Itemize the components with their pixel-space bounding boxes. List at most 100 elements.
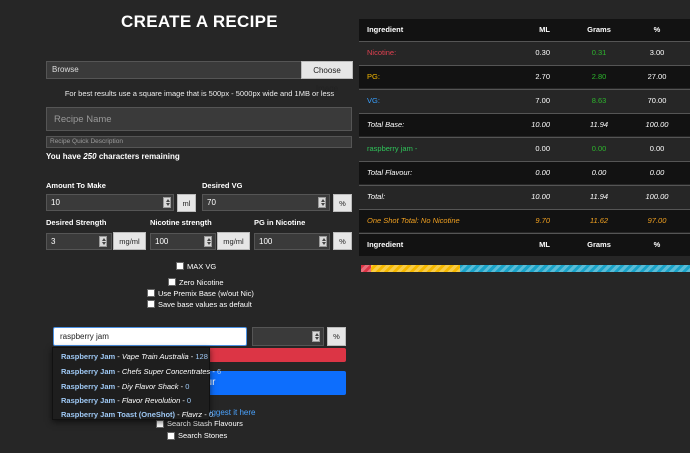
cell-ingredient: One Shot Total: No Nicotine (367, 216, 460, 225)
suggestion-count: 128 (195, 352, 208, 361)
cell-ml: ML (539, 240, 550, 249)
cell-ml: 0.00 (535, 168, 550, 177)
table-row: Total Flavour: 0.00 0.00 0.00 (359, 162, 690, 184)
flavour-percent-unit: % (327, 327, 346, 346)
table-row: Total Base: 10.00 11.94 100.00 (359, 114, 690, 136)
zero-nicotine-checkbox[interactable] (168, 278, 176, 286)
cell-ml: 2.70 (535, 72, 550, 81)
pg-nicotine-spinner[interactable] (319, 236, 327, 247)
cell-grams: 0.31 (591, 48, 607, 57)
desired-vg-spinner[interactable] (318, 197, 326, 208)
cell-ingredient: Nicotine: (367, 48, 397, 57)
cell-grams: 2.80 (591, 72, 607, 81)
search-stones-label: Search Stones (178, 431, 228, 440)
suggestion-name: Raspberry Jam (61, 382, 116, 391)
amount-input[interactable] (46, 194, 174, 211)
cell-grams: 0.00 (591, 168, 607, 177)
premix-checkbox[interactable] (147, 289, 155, 297)
suggestion-name: Raspberry Jam (61, 352, 116, 361)
composition-progress-bar (361, 265, 690, 272)
nicotine-strength-spinner[interactable] (204, 236, 212, 247)
search-stones-checkbox[interactable] (167, 432, 175, 440)
desired-strength-unit: mg/ml (113, 232, 146, 250)
composition-segment-vg (459, 265, 690, 272)
suggestion-maker: Vape Train Australia (121, 352, 189, 361)
choose-image-button[interactable]: Choose Image (301, 61, 353, 93)
suggest-flavour-link[interactable]: uggest it here (207, 408, 255, 417)
max-vg-checkbox[interactable] (176, 262, 184, 270)
table-header-row: Ingredient ML Grams% (359, 19, 690, 41)
cell-grams: 11.62 (589, 216, 609, 225)
suggestion-name: Raspberry Jam (61, 367, 116, 376)
suggestion-item[interactable]: Raspberry Jam - Vape Train Australia - 1… (61, 352, 208, 361)
cell-ml: 10.00 (531, 192, 550, 201)
cell-percent: 70.00 (647, 96, 667, 105)
cell-ingredient: VG: (367, 96, 380, 105)
flavour-percent-spinner[interactable] (312, 331, 320, 342)
cell-ingredient: Total Flavour: (367, 168, 413, 177)
pg-nicotine-unit: % (333, 232, 352, 250)
cell-percent: 100.00 (645, 120, 669, 129)
suggestion-item[interactable]: Raspberry Jam - Diy Flavor Shack - 0 (61, 382, 189, 391)
cell-ml: 10.00 (531, 120, 550, 129)
desired-strength-value: 3 (51, 237, 56, 246)
row-divider (359, 209, 690, 210)
cell-grams: Grams (587, 25, 611, 34)
suggestion-maker: Flavrz (181, 410, 203, 419)
cell-percent: 97.00 (647, 216, 667, 225)
suggestion-name: Raspberry Jam Toast (OneShot) (61, 410, 176, 419)
suggestion-item[interactable]: Raspberry Jam - Flavor Revolution - 0 (61, 396, 191, 405)
amount-label: Amount To Make (46, 181, 106, 190)
table-footer-row: Ingredient ML Grams% (359, 234, 690, 256)
cell-percent: 27.00 (647, 72, 667, 81)
amount-spinner[interactable] (163, 197, 171, 208)
row-divider (359, 233, 690, 234)
table-row: VG: 7.00 8.63 70.00 (359, 90, 690, 112)
suggestion-count: 6 (216, 367, 222, 376)
amount-unit: ml (177, 194, 196, 212)
cell-grams: 0.00 (591, 144, 607, 153)
cell-ingredient: Ingredient (367, 25, 404, 34)
suggestion-item[interactable]: Raspberry Jam - Chefs Super Concentrates… (61, 367, 221, 376)
row-divider (359, 185, 690, 186)
composition-segment-pg (370, 265, 460, 272)
cell-grams: 8.63 (591, 96, 607, 105)
page-title: CREATE A RECIPE (121, 12, 278, 31)
table-row: raspberry jam - 0.00 0.00 0.00 (359, 138, 690, 160)
save-defaults-label: Save base values as default (158, 300, 252, 309)
desired-strength-spinner[interactable] (99, 236, 107, 247)
suggestion-maker: Chefs Super Concentrates (121, 367, 211, 376)
search-stash-label: Search Stash Flavours (167, 419, 243, 428)
row-divider (359, 65, 690, 66)
cell-percent: 100.00 (645, 192, 669, 201)
row-divider (359, 113, 690, 114)
browse-label: Browse (52, 65, 79, 74)
cell-ml: 0.00 (535, 144, 550, 153)
table-row: PG: 2.70 2.80 27.00 (359, 66, 690, 88)
composition-segment-nicotine (361, 265, 371, 272)
cell-ml: 7.00 (535, 96, 550, 105)
search-stash-checkbox[interactable] (156, 420, 164, 428)
nicotine-strength-label: Nicotine strength (150, 218, 212, 227)
desired-vg-label: Desired VG (202, 181, 243, 190)
row-divider (359, 89, 690, 90)
save-defaults-checkbox[interactable] (147, 300, 155, 308)
suggestion-count: 0 (186, 396, 192, 405)
cell-percent: 3.00 (649, 48, 665, 57)
cell-grams: Grams (587, 240, 611, 249)
image-hint: For best results use a square image that… (64, 89, 335, 98)
row-divider (359, 137, 690, 138)
pg-nicotine-value: 100 (259, 237, 273, 246)
table-row: Total: 10.00 11.94 100.00 (359, 186, 690, 208)
suggestion-item[interactable]: Raspberry Jam Toast (OneShot) - Flavrz -… (61, 410, 213, 419)
premix-label: Use Premix Base (w/out Nic) (158, 289, 254, 298)
suggestion-count: 0 (185, 382, 190, 391)
amount-value: 10 (51, 198, 60, 207)
suggestion-name: Raspberry Jam (61, 396, 116, 405)
desired-vg-value: 70 (207, 198, 216, 207)
row-divider (359, 161, 690, 162)
desired-vg-input[interactable] (202, 194, 330, 211)
cell-ml: 0.30 (535, 48, 550, 57)
row-divider (359, 41, 690, 42)
nicotine-strength-unit: mg/ml (217, 232, 250, 250)
